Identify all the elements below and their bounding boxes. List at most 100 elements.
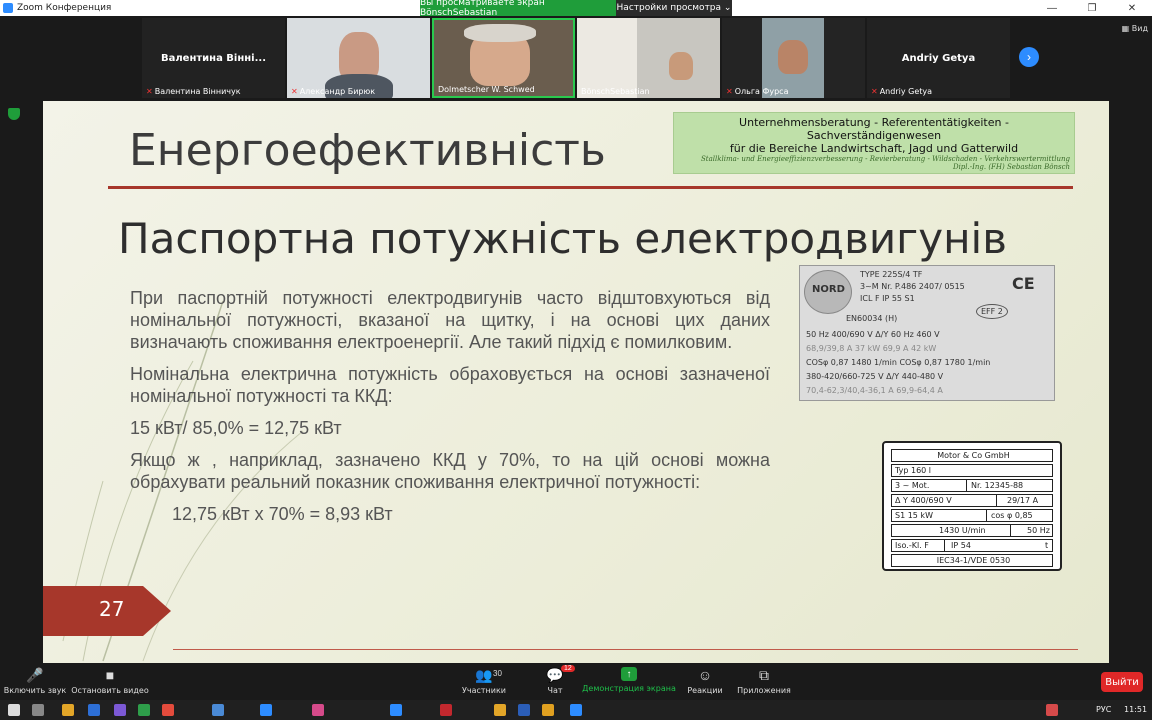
leave-button[interactable]: Выйти [1101,672,1143,692]
next-page-button[interactable]: › [1019,47,1039,67]
nd-row: S1 15 kW cos φ 0,85 [891,509,1053,522]
participant-tile-active-speaker[interactable]: Dolmetscher W. Schwed [432,18,575,98]
zoom-app-icon [3,3,13,13]
taskbar-app-icon[interactable] [518,704,530,716]
keyboard-language[interactable]: РУС [1096,705,1111,714]
participant-label: ✕ Ольга Фурса [726,87,789,96]
taskbar-app-icon[interactable] [260,704,272,716]
taskbar-app-icon[interactable] [114,704,126,716]
title-divider [108,186,1073,189]
company-logo: Unternehmensberatung - Referententätigke… [673,112,1075,174]
logo-line: Stallklima- und Energieeffizienzverbesse… [700,155,1070,163]
participants-button[interactable]: 👥 30 Участники [444,667,524,695]
apps-button[interactable]: ⧉ Приложения [724,667,804,695]
shared-slide: Енергоефективність Unternehmensberatung … [43,101,1109,663]
view-settings-button[interactable]: Настройки просмотра ⌄ [616,0,732,16]
taskbar-app-icon[interactable] [88,704,100,716]
muted-mic-icon: ✕ [291,87,298,96]
body-formula: 12,75 кВт х 70% = 8,93 кВт [172,504,393,524]
ce-mark: CE [1012,274,1035,293]
unmute-button[interactable]: 🎤 Включить звук [0,667,75,695]
clock[interactable]: 11:51 [1124,705,1147,714]
slide-heading: Паспортна потужність електродвигунів [118,214,1007,263]
np-row: 50 Hz 400/690 V Δ/Y 60 Hz 460 V [806,330,940,339]
nd-typ: Typ 160 l [891,464,1053,477]
np-row: 68,9/39,8 A 37 kW 69,9 A 42 kW [806,344,937,353]
flag-icon [1046,704,1058,716]
chevron-right-icon: › [1027,50,1031,64]
np-row: 380-420/660-725 V Δ/Y 440-480 V [806,372,944,381]
taskbar-app-icon[interactable] [312,704,324,716]
nd-standard: IEC34-1/VDE 0530 [891,554,1053,567]
minimize-icon[interactable]: — [1032,0,1072,16]
participant-label: ✕ Валентина Вінничук [146,87,241,96]
motor-nameplate-drawing: Motor & Co GmbH Typ 160 l 3 ~ Mot. Nr. 12… [882,441,1062,571]
participant-tile[interactable]: ✕ Ольга Фурса [722,18,865,98]
taskbar-app-icon[interactable] [440,704,452,716]
np-brand: NORD [812,284,845,295]
logo-line: für die Bereiche Landwirtschaft, Jagd un… [729,142,1019,155]
share-screen-button[interactable]: ↑ Демонстрация экрана [582,667,676,693]
np-type: TYPE 225S/4 TF [860,270,923,279]
taskbar-app-icon[interactable] [494,704,506,716]
zoom-window: Zoom Конференция Вы просматриваете экран… [0,0,1152,720]
body-paragraph: При паспортній потужності електродвигуні… [130,288,770,352]
participant-video [669,52,693,80]
np-line: 3~M Nr. P.486 2407/ 0515 [860,282,965,291]
apps-icon: ⧉ [759,667,769,683]
muted-mic-icon: 🎤 [26,667,44,683]
body-paragraph: Якщо ж , наприклад, зазначено ККД у 70%,… [130,450,770,492]
motor-nameplate-photo: NORD TYPE 225S/4 TF 3~M Nr. P.486 2407/ … [799,265,1055,401]
taskbar-app-icon[interactable] [212,704,224,716]
participant-tile[interactable]: Валентина Вінні... ✕ Валентина Вінничук [142,18,285,98]
taskbar-app-icon[interactable] [32,704,44,716]
nd-maker: Motor & Co GmbH [891,449,1053,462]
taskbar-app-icon[interactable] [62,704,74,716]
taskbar-app-icon[interactable] [570,704,582,716]
body-paragraph: Номінальна електрична потужність обрахов… [130,364,770,406]
participant-display-name: Валентина Вінні... [160,53,267,64]
np-standard: EN60034 (H) [846,314,898,323]
taskbar-app-icon[interactable] [390,704,402,716]
participant-tile[interactable]: Andriy Getya ✕ Andriy Getya [867,18,1010,98]
logo-line: Dipl.-Ing. (FH) Sebastian Bönsch [952,163,1070,171]
participant-label: BönschSebastian [581,87,650,96]
viewing-screen-label: Вы просматриваете экран BönschSebastian [420,0,616,18]
nd-row: Iso.-Kl. F IP 54 t [891,539,1053,552]
eff-mark: EFF 2 [976,304,1008,319]
meeting-toolbar: 🎤 Включить звук ■ Остановить видео 👥 30 … [0,663,1152,700]
participant-video [778,40,808,74]
chat-badge: 12 [561,665,575,672]
taskbar-app-icon[interactable] [162,704,174,716]
participant-tile[interactable]: BönschSebastian [577,18,720,98]
np-row: COSφ 0,87 1480 1/min COSφ 0,87 1780 1/mi… [806,358,991,367]
participant-display-name: Andriy Getya [901,53,976,64]
share-banner: Вы просматриваете экран BönschSebastian … [420,0,732,18]
nd-row: Δ Y 400/690 V 29/17 A [891,494,1053,507]
nd-row: 3 ~ Mot. Nr. 12345-88 [891,479,1053,492]
share-screen-icon: ↑ [621,667,637,681]
slide-body: При паспортній потужності електродвигуні… [130,287,770,535]
window-controls: — ❐ ✕ [1032,0,1152,16]
video-gallery: ✋ Валентина Вінні... ✕Валентина Вінничук… [0,16,1152,100]
np-line: ICL F IP 55 S1 [860,294,915,303]
participant-label: Dolmetscher W. Schwed [438,85,535,94]
participants-count: 30 [493,669,502,678]
view-button[interactable]: ▦ Вид [1122,24,1148,33]
maximize-icon[interactable]: ❐ [1072,0,1112,16]
stop-video-button[interactable]: ■ Остановить видео [70,667,150,695]
taskbar-app-icon[interactable] [138,704,150,716]
security-shield-icon[interactable] [8,108,20,120]
muted-mic-icon: ✕ [146,87,153,96]
taskbar-app-icon[interactable] [542,704,554,716]
slide-title: Енергоефективність [129,125,606,176]
participant-tile[interactable]: ✕ Александр Бирюк [287,18,430,98]
windows-start-icon[interactable] [8,704,20,716]
participants-icon: 👥 [475,667,493,683]
bottom-divider [173,649,1078,650]
logo-line: Unternehmensberatung - Referententätigke… [739,116,1009,142]
close-icon[interactable]: ✕ [1112,0,1152,16]
video-camera-icon: ■ [105,667,115,683]
participant-label: ✕ Andriy Getya [871,87,933,96]
smiley-icon: ☺ [697,667,713,683]
